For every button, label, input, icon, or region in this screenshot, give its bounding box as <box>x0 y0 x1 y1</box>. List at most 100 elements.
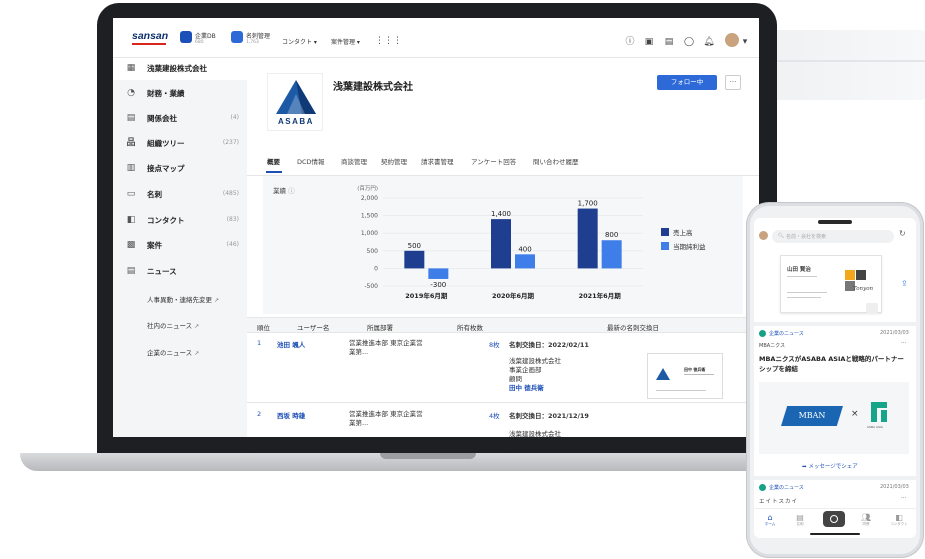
sidebar-item-affiliates[interactable]: ▤ 関係会社 (4) <box>113 108 247 130</box>
people-icon: 👥︎ <box>860 513 872 522</box>
x-category-label: 2019年6月期 <box>405 291 448 300</box>
help-icon[interactable]: ⓘ <box>624 36 636 48</box>
tonyon-logo <box>845 270 855 280</box>
card-person-link[interactable]: 田中 徳兵衛 <box>509 382 544 392</box>
deal-icon: ▩ <box>126 240 136 250</box>
asaba-mini-logo <box>656 368 670 380</box>
chat-icon[interactable]: ◯ <box>683 36 695 48</box>
legend-swatch <box>661 242 669 250</box>
tab-negotiation[interactable]: 商談管理 <box>341 156 367 166</box>
card-icon: ▭ <box>126 189 136 199</box>
home-icon: ⌂ <box>767 513 773 522</box>
refresh-icon[interactable]: ↻ <box>899 229 906 238</box>
phone-tab-bar: ⌂ ホーム ▤ 名刺 👥︎ 同僚 ◧ コンタクト <box>754 508 916 538</box>
company-db-icon <box>180 31 192 43</box>
table-header: 順位 ユーザー名 所属部署 所有枚数 最新の名刺交換日 <box>247 317 759 333</box>
news-image[interactable]: MBAN × ASBA ASIA <box>759 382 909 454</box>
y-tick-label: 1,000 <box>361 230 378 237</box>
sidebar-sub-internal-news[interactable]: 社内のニュース ↗ <box>147 320 199 330</box>
building-icon: ▦ <box>126 63 136 73</box>
tab-home[interactable]: ⌂ ホーム <box>760 513 780 527</box>
mban-logo: MBAN <box>781 406 843 426</box>
x-category-label: 2021年6月期 <box>579 291 622 300</box>
table-row[interactable]: 2 西坂 時雄 営業推進本部 東京企業営業第... 4枚 名刺交換日：2021/… <box>247 404 759 437</box>
tab-colleagues[interactable]: 👥︎ 同僚 <box>856 513 876 527</box>
contact-icon: ◧ <box>126 215 136 225</box>
more-icon[interactable]: ··· <box>901 495 906 501</box>
legend-swatch <box>661 228 669 236</box>
nav-card-management[interactable]: 名刺管理 1,763 <box>246 31 270 45</box>
user-link[interactable]: 池田 颯人 <box>277 339 305 349</box>
background-monitor-edge <box>770 60 925 62</box>
sidebar-item-company[interactable]: ▦ 浅葉建設株式会社 <box>113 58 247 80</box>
sansan-logo[interactable]: sansan <box>132 30 168 42</box>
phone-avatar[interactable] <box>759 231 768 240</box>
phone-speaker <box>818 220 852 224</box>
bell-icon[interactable]: 🔔︎ <box>703 36 715 48</box>
data-label: 800 <box>605 231 618 239</box>
tab-invoice[interactable]: 請求書管理 <box>421 156 454 166</box>
business-card-thumbnail[interactable]: 田中 徳兵衛 <box>647 353 723 399</box>
sidebar: ▦ 浅葉建設株式会社 ◔ 財務・業績 ▤ 関係会社 (4) 品 組織ツリー (2… <box>113 58 247 437</box>
sidebar-item-cards[interactable]: ▭ 名刺 (485) <box>113 184 247 206</box>
tab-cards[interactable]: ▤ 名刺 <box>790 513 810 527</box>
legend-label: 売上高 <box>673 228 693 237</box>
share-icon[interactable]: ⇪ <box>901 279 908 288</box>
tab-contract[interactable]: 契約管理 <box>381 156 407 166</box>
bar-revenue <box>404 250 425 269</box>
laptop-notch <box>380 453 476 459</box>
data-label: 1,700 <box>578 200 598 208</box>
more-button[interactable]: ··· <box>725 75 741 90</box>
bar-net-income <box>515 254 535 269</box>
legend-label: 当期純利益 <box>673 242 706 251</box>
apps-grid-icon[interactable]: ⋮⋮⋮ <box>375 35 402 47</box>
tab-survey[interactable]: アンケート回答 <box>471 156 516 166</box>
card-icon[interactable]: ▤ <box>663 36 675 48</box>
tab-inquiry[interactable]: 問い合わせ履歴 <box>533 156 579 166</box>
sidebar-sub-company-news[interactable]: 企業のニュース ↗ <box>147 347 199 357</box>
sidebar-item-contacts[interactable]: ◧ コンタクト (83) <box>113 210 247 232</box>
sidebar-item-deals[interactable]: ▩ 案件 (46) <box>113 235 247 257</box>
tab-dcd[interactable]: DCD情報 <box>297 156 325 166</box>
bar-net-income <box>428 268 449 279</box>
logo-underline <box>132 43 166 45</box>
tab-contacts[interactable]: ◧ コンタクト <box>888 513 910 527</box>
phone-search-bar[interactable]: 🔍︎ 名前・会社を検索 <box>772 230 894 243</box>
share-message-link[interactable]: ➦ メッセージでシェア <box>802 462 858 470</box>
map-icon: ▥ <box>126 163 136 173</box>
nav-deal-management[interactable]: 案件管理 ▾ <box>331 37 360 46</box>
avatar[interactable] <box>725 33 739 47</box>
sidebar-item-org-tree[interactable]: 品 組織ツリー (237) <box>113 133 247 155</box>
nav-contact[interactable]: コンタクト ▾ <box>282 37 317 46</box>
more-icon[interactable]: ··· <box>901 340 906 346</box>
card-thumbnail-icon[interactable] <box>866 303 878 313</box>
sidebar-item-contact-map[interactable]: ▥ 接点マップ <box>113 158 247 180</box>
company-name: 浅葉建設株式会社 <box>333 82 413 93</box>
data-label: -300 <box>430 281 446 289</box>
data-label: 1,400 <box>491 210 511 218</box>
table-row[interactable]: 1 池田 颯人 営業推進本部 東京企業営業第... 8枚 名刺交換日：2022/… <box>247 333 759 403</box>
nav-company-db[interactable]: 企業DB 680 <box>195 31 216 45</box>
follow-button[interactable]: フォロー中 <box>657 75 717 90</box>
news-icon <box>759 330 766 337</box>
chevron-down-icon[interactable]: ▾ <box>739 36 751 48</box>
y-tick-label: 500 <box>367 248 379 255</box>
tab-overview[interactable]: 概要 <box>267 156 280 166</box>
y-tick-label: 2,000 <box>361 195 378 202</box>
y-tick-label: -500 <box>364 283 378 290</box>
external-link-icon: ↗ <box>194 323 200 330</box>
calendar-icon[interactable]: ▣ <box>643 36 655 48</box>
top-bar: sansan 企業DB 680 名刺管理 1,763 コンタクト ▾ 案件管理 ▾ … <box>113 18 759 58</box>
company-logo: ASABA <box>267 73 323 131</box>
data-label: 500 <box>408 242 421 250</box>
camera-button[interactable] <box>823 511 845 527</box>
y-tick-label: 0 <box>374 265 378 272</box>
phone-screen: 🔍︎ 名前・会社を検索 ↻ 山田 賢治 Tonyon ⇪ 企業のニュース 202… <box>754 218 916 538</box>
org-tree-icon: 品 <box>126 138 136 148</box>
sidebar-sub-personnel[interactable]: 人事異動・連絡先変更 ↗ <box>147 294 219 304</box>
user-link[interactable]: 西坂 時雄 <box>277 410 305 420</box>
sidebar-item-finance[interactable]: ◔ 財務・業績 <box>113 83 247 105</box>
laptop-screen: sansan 企業DB 680 名刺管理 1,763 コンタクト ▾ 案件管理 ▾ … <box>113 18 759 437</box>
asaba-asia-logo <box>871 402 887 422</box>
sidebar-item-news[interactable]: ▤ ニュース <box>113 261 247 283</box>
